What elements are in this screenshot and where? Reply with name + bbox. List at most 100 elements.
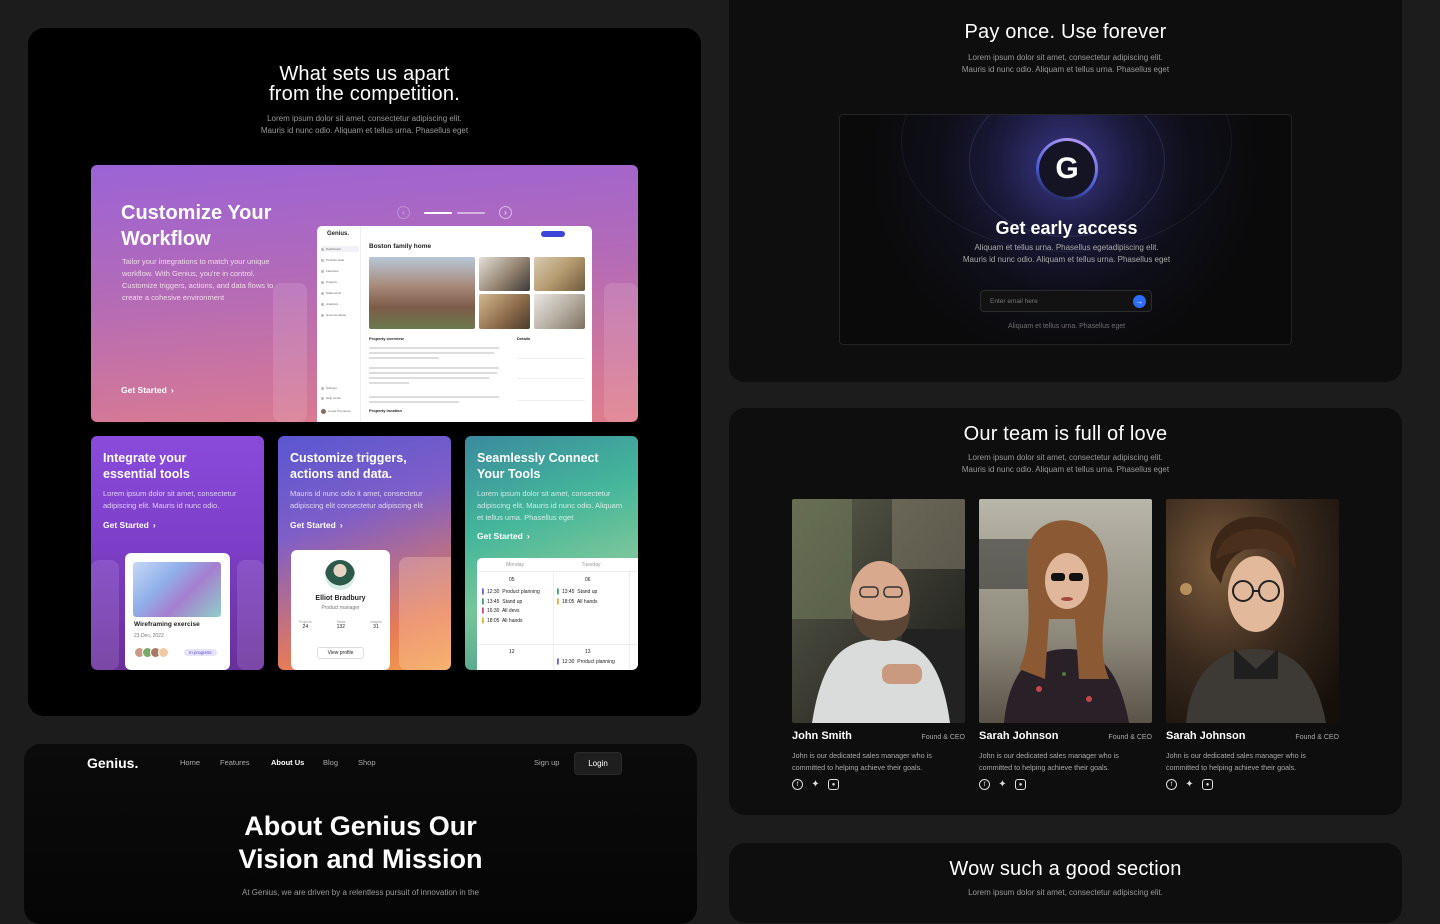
facebook-icon[interactable]: f [1166, 779, 1177, 790]
member-role: Found & CEO [1295, 734, 1339, 741]
brand-logo[interactable]: Genius. [87, 755, 138, 771]
calendar-event: ▌ 12:30 Product planning [557, 659, 615, 665]
about-section: Genius. Home Features About Us Blog Shop… [24, 744, 697, 924]
member-social-links: f ✦ ● [1166, 779, 1213, 790]
profile-card: Elliot Bradbury Product manager Projects… [291, 550, 390, 670]
wireframe-thumbnail [133, 562, 221, 617]
about-subtitle: At Genius, we are driven by a relentless… [241, 888, 480, 897]
member-bio: John is our dedicated sales manager who … [979, 751, 1119, 772]
pricing-title: Pay once. Use forever [964, 21, 1167, 43]
member-social-links: f ✦ ● [979, 779, 1026, 790]
nav-shop[interactable]: Shop [358, 758, 376, 767]
carousel-dot[interactable] [457, 212, 485, 214]
profile-name: Elliot Bradbury [315, 595, 366, 602]
card-description: Mauris id nunc odio it amet, consectetur… [290, 489, 423, 510]
card-get-started-link[interactable]: Get Started › [103, 520, 156, 530]
login-button[interactable]: Login [574, 752, 622, 775]
property-photo [534, 257, 585, 291]
team-photo-sarah [979, 499, 1152, 723]
about-title: About Genius Our Vision and Mission [238, 811, 483, 874]
hero-title: Customize Your Workflow [121, 202, 272, 250]
app-nav-item: Help center [321, 395, 359, 401]
app-nav-item: Documentation [321, 312, 359, 318]
instagram-icon[interactable]: ● [1202, 779, 1213, 790]
profile-stats: Projects 24 Tasks 132 Insights 31 [299, 620, 382, 630]
status-badge: In progress [184, 649, 217, 656]
early-access-card: G Get early access Aliquam et tellus urn… [839, 114, 1292, 345]
nav-about-us[interactable]: About Us [271, 758, 304, 767]
avatar-group [134, 647, 169, 658]
app-nav-item: Analytics [321, 301, 359, 307]
carousel-dot-active[interactable] [424, 212, 452, 214]
app-nav-item: Dashboard [321, 246, 359, 252]
calendar-date: 12 [509, 649, 515, 655]
chevron-right-icon: › [152, 520, 156, 530]
hero-description: Tailor your integrations to match your u… [122, 257, 274, 302]
details-title: Details [517, 336, 531, 341]
app-nav-item: Settings [321, 385, 359, 391]
property-main-photo [369, 257, 475, 329]
early-access-title: Get early access [995, 218, 1138, 238]
carousel-prev-button[interactable]: ‹ [397, 206, 410, 219]
facebook-icon[interactable]: f [979, 779, 990, 790]
email-input[interactable]: Enter email here → [980, 290, 1152, 312]
stat: Tasks 132 [336, 620, 346, 630]
card-title: Integrate your essential tools [103, 451, 190, 481]
nav-features[interactable]: Features [220, 758, 250, 767]
calendar-date: 05 [509, 577, 515, 583]
task-card: Wireframing exercise 23 Dec, 2022 In pro… [125, 553, 230, 670]
instagram-icon[interactable]: ● [1015, 779, 1026, 790]
feature-card-connect: Seamlessly Connect Your Tools Lorem ipsum… [465, 436, 638, 670]
hero-card: Customize Your Workflow Tailor your inte… [91, 165, 638, 422]
submit-email-button[interactable]: → [1133, 295, 1146, 308]
team-photo [1166, 499, 1339, 723]
twitter-icon[interactable]: ✦ [810, 779, 821, 790]
instagram-icon[interactable]: ● [828, 779, 839, 790]
arrow-left-icon: ‹ [402, 208, 405, 217]
member-bio: John is our dedicated sales manager who … [1166, 751, 1306, 772]
twitter-icon[interactable]: ✦ [1184, 779, 1195, 790]
wow-section: Wow such a good section Lorem ipsum dolo… [729, 843, 1402, 923]
team-photo [792, 499, 965, 723]
avatar [158, 647, 169, 658]
hero-get-started-link[interactable]: Get Started › [121, 385, 174, 395]
nav-home[interactable]: Home [180, 758, 200, 767]
view-profile-button[interactable]: View profile [317, 647, 364, 659]
app-nav-item: Favorites [321, 268, 359, 274]
features-subtitle: Lorem ipsum dolor sit amet, consectetur … [260, 114, 469, 135]
team-photo [979, 499, 1152, 723]
calendar-event: ▌ 13:45 Stand up [482, 598, 523, 605]
card-get-started-link[interactable]: Get Started › [290, 520, 343, 530]
chevron-right-icon: › [526, 531, 530, 541]
wow-title: Wow such a good section [949, 858, 1182, 880]
member-role: Found & CEO [921, 734, 965, 741]
team-title: Our team is full of love [963, 423, 1168, 445]
nav-blog[interactable]: Blog [323, 758, 338, 767]
arrow-right-icon: › [504, 208, 507, 217]
feature-card-integrate: Integrate your essential tools Lorem ipsu… [91, 436, 264, 670]
member-bio: John is our dedicated sales manager who … [792, 751, 932, 772]
member-name: Sarah Johnson [979, 730, 1059, 742]
features-title: What sets us apart from the competition. [269, 63, 460, 105]
property-photo [479, 294, 530, 329]
app-nav-item: Portfolio stats [321, 257, 359, 263]
app-sidebar: Genius. Dashboard Portfolio stats Favori… [317, 226, 361, 422]
twitter-icon[interactable]: ✦ [997, 779, 1008, 790]
card-description: Lorem ipsum dolor sit amet, consectetur … [103, 489, 237, 510]
signup-link[interactable]: Sign up [534, 758, 559, 767]
arrow-right-icon: → [1135, 297, 1144, 306]
facebook-icon[interactable]: f [792, 779, 803, 790]
calendar-event: ▌ 12:30 Product planning [482, 589, 540, 595]
profile-avatar [325, 560, 355, 590]
stat: Projects 24 [299, 620, 312, 630]
chevron-right-icon: › [339, 520, 343, 530]
calendar-date: 13 [585, 649, 591, 655]
calendar-event: ▌ 13:45 Stand up [557, 589, 598, 595]
card-get-started-link[interactable]: Get Started › [477, 531, 530, 541]
card-title: Seamlessly Connect Your Tools [477, 451, 599, 481]
chevron-right-icon: › [170, 385, 174, 395]
carousel-next-button[interactable]: › [499, 206, 512, 219]
property-photo [479, 257, 530, 291]
app-logo: Genius. [327, 231, 350, 237]
wow-subtitle: Lorem ipsum dolor sit amet, consectetur … [968, 888, 1163, 897]
